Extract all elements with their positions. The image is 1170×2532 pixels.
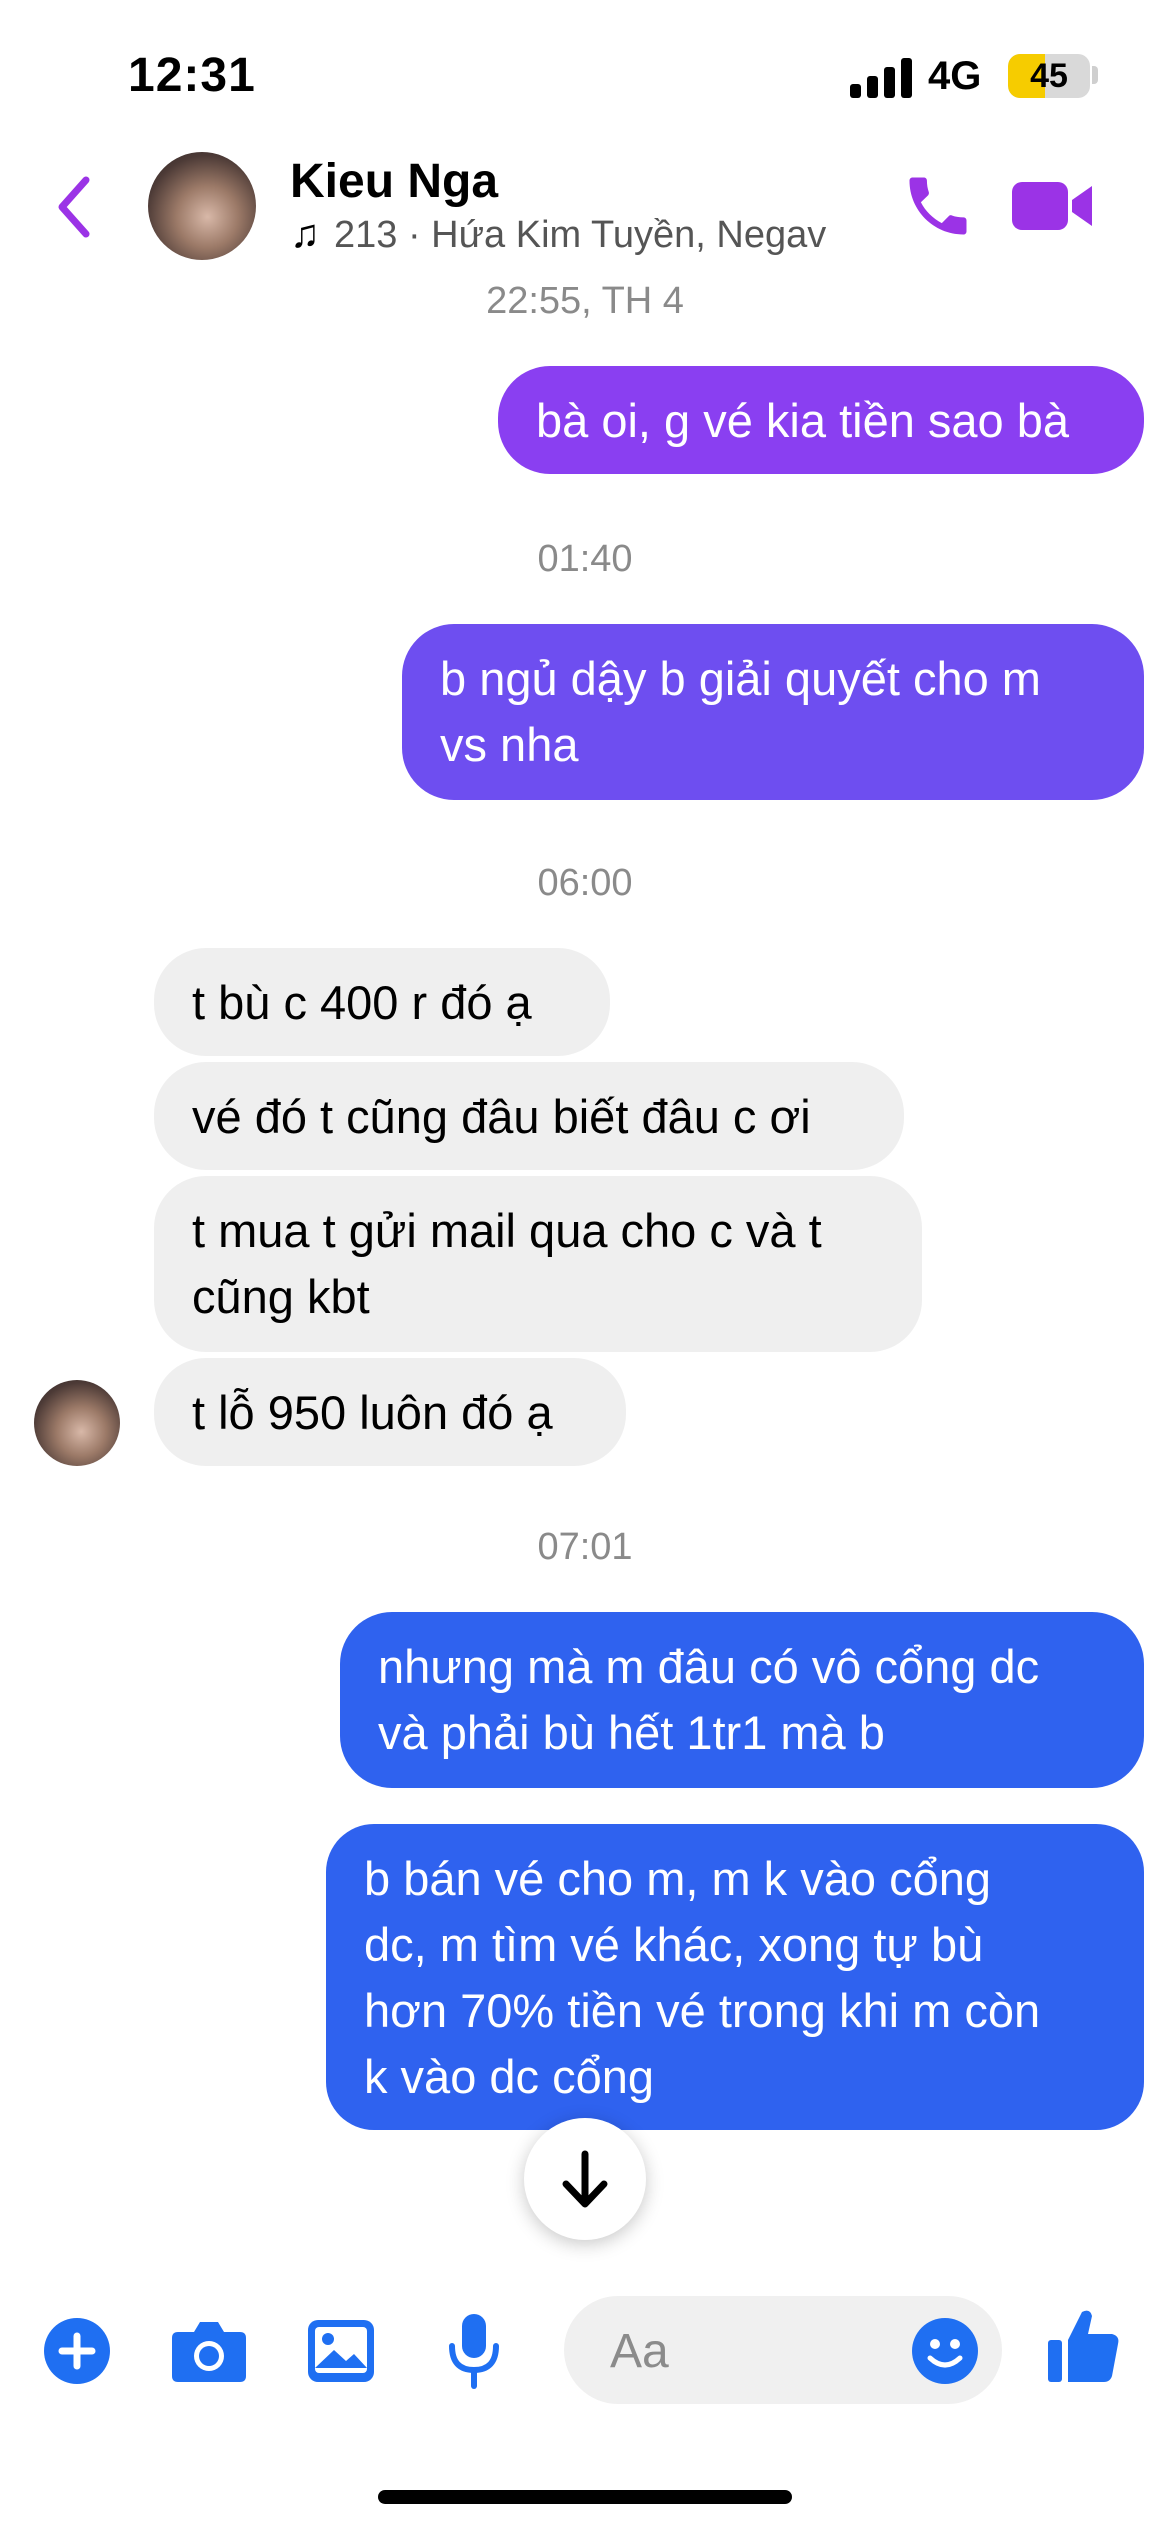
sender-avatar[interactable]: [34, 1380, 120, 1466]
incoming-message[interactable]: t lỗ 950 luôn đó ạ: [154, 1358, 626, 1466]
message-line: k vào dc cổng: [364, 2050, 655, 2103]
battery-tip: [1092, 66, 1098, 84]
message-text: t bù c 400 r đó ạ: [192, 976, 532, 1029]
message-line: vs nha: [440, 718, 579, 771]
contact-avatar[interactable]: [148, 152, 256, 260]
video-camera-icon[interactable]: [1010, 176, 1094, 236]
contact-name[interactable]: Kieu Nga: [290, 154, 498, 209]
phone-icon[interactable]: [900, 168, 976, 244]
thumbs-up-icon[interactable]: [1046, 2306, 1122, 2386]
message-line: nhưng mà m đâu có vô cổng dc: [378, 1640, 1040, 1693]
outgoing-message[interactable]: b ngủ dậy b giải quyết cho m vs nha: [402, 624, 1144, 800]
message-line: dc, m tìm vé khác, xong tự bù: [364, 1918, 984, 1971]
message-text: t lỗ 950 luôn đó ạ: [192, 1386, 553, 1439]
message-text: vé đó t cũng đâu biết đâu c ơi: [192, 1090, 811, 1143]
scroll-to-bottom-button[interactable]: [524, 2118, 646, 2240]
battery-icon: 45: [1008, 54, 1090, 98]
timestamp: 07:01: [537, 1526, 633, 1568]
plus-icon[interactable]: [42, 2316, 112, 2386]
message-line: b ngủ dậy b giải quyết cho m: [440, 652, 1041, 705]
back-chevron-icon[interactable]: [54, 172, 94, 242]
emoji-icon[interactable]: [910, 2316, 980, 2386]
message-input-placeholder: Aa: [610, 2325, 669, 2378]
message-line: cũng kbt: [192, 1270, 370, 1323]
message-line: và phải bù hết 1tr1 mà b: [378, 1706, 885, 1759]
message-line: b bán vé cho m, m k vào cổng: [364, 1852, 991, 1905]
battery-level: 45: [1030, 57, 1068, 95]
status-time: 12:31: [128, 49, 256, 102]
incoming-message[interactable]: vé đó t cũng đâu biết đâu c ơi: [154, 1062, 904, 1170]
now-playing-status[interactable]: ♫ 213 · Hứa Kim Tuyền, Negav: [290, 212, 826, 257]
incoming-message[interactable]: t mua t gửi mail qua cho c và t cũng kbt: [154, 1176, 922, 1352]
outgoing-message[interactable]: bà oi, g vé kia tiền sao bà: [498, 366, 1144, 474]
home-indicator: [378, 2490, 792, 2504]
network-type: 4G: [928, 54, 982, 98]
outgoing-message[interactable]: b bán vé cho m, m k vào cổng dc, m tìm v…: [326, 1824, 1144, 2130]
message-line: t mua t gửi mail qua cho c và t: [192, 1204, 822, 1257]
message-line: hơn 70% tiền vé trong khi m còn: [364, 1984, 1041, 2037]
cellular-signal-icon: [850, 58, 914, 98]
incoming-message[interactable]: t bù c 400 r đó ạ: [154, 948, 610, 1056]
arrow-down-icon: [562, 2150, 608, 2208]
now-playing-text: 213 · Hứa Kim Tuyền, Negav: [334, 214, 827, 256]
outgoing-message[interactable]: nhưng mà m đâu có vô cổng dc và phải bù …: [340, 1612, 1144, 1788]
message-text: bà oi, g vé kia tiền sao bà: [536, 394, 1070, 447]
music-note-icon: ♫: [290, 212, 320, 256]
timestamp: 22:55, TH 4: [486, 280, 684, 322]
timestamp: 06:00: [537, 862, 633, 904]
timestamp: 01:40: [537, 538, 633, 580]
microphone-icon[interactable]: [446, 2312, 502, 2392]
camera-icon[interactable]: [170, 2318, 248, 2384]
image-icon[interactable]: [306, 2316, 376, 2386]
